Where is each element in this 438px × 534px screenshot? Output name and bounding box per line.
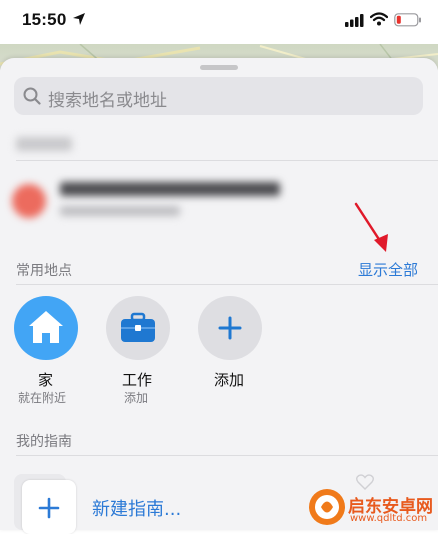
- status-time: 15:50: [22, 10, 67, 29]
- favorite-work-title: 工作: [122, 371, 153, 389]
- divider: [16, 284, 438, 285]
- recent-item-title-blurred[interactable]: [60, 182, 280, 196]
- bottom-sheet: [0, 58, 438, 530]
- wifi-icon: [370, 12, 388, 26]
- status-bar: 15:50: [0, 0, 438, 44]
- watermark-logo-icon: [309, 489, 345, 525]
- sheet-grabber[interactable]: [200, 65, 238, 70]
- house-icon: [29, 311, 63, 343]
- annotation-arrow-icon: [354, 202, 388, 252]
- location-arrow-icon: [73, 13, 85, 25]
- watermark-url: www.qdltd.com: [350, 513, 428, 524]
- new-guide-button[interactable]: 新建指南...: [92, 495, 181, 521]
- search-placeholder[interactable]: 搜索地名或地址: [48, 86, 167, 111]
- favorites-section-label: 常用地点: [16, 263, 72, 279]
- search-icon: [23, 87, 41, 105]
- briefcase-icon: [121, 312, 155, 342]
- favorite-home-subtitle: 就在附近: [18, 391, 67, 405]
- guides-section-label: 我的指南: [16, 434, 72, 450]
- cellular-signal-icon: [345, 14, 364, 27]
- favorite-home-title: 家: [38, 371, 54, 389]
- heart-icon: [356, 474, 374, 490]
- recents-label-blurred: [16, 137, 72, 151]
- add-guide-plus-icon: [38, 497, 60, 519]
- show-all-button[interactable]: 显示全部: [358, 259, 418, 280]
- favorite-work-subtitle: 添加: [124, 391, 149, 405]
- divider: [16, 160, 438, 161]
- plus-icon: [218, 316, 242, 340]
- recent-item-icon-blurred: [12, 184, 46, 218]
- recent-item-subtitle-blurred: [60, 206, 180, 216]
- battery-icon: [394, 13, 421, 27]
- favorite-add-title: 添加: [214, 371, 245, 389]
- divider: [16, 455, 438, 456]
